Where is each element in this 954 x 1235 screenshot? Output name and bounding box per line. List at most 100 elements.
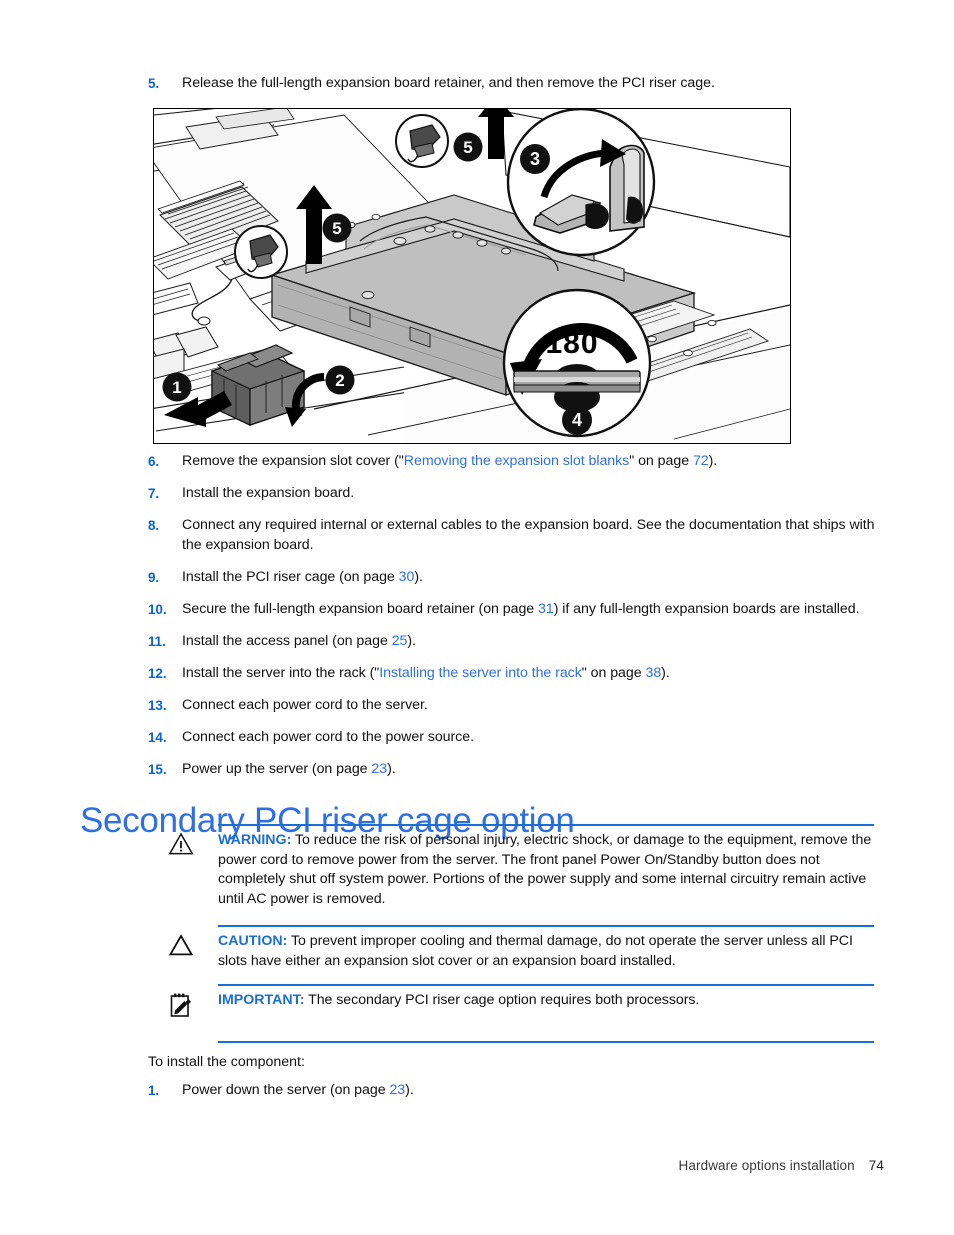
step-text-fragment: " on page — [629, 453, 693, 469]
step-text: Connect any required internal or externa… — [182, 516, 878, 555]
page-reference-link[interactable]: 72 — [693, 453, 709, 469]
step-number: 13. — [148, 697, 167, 713]
page-reference-link[interactable]: 25 — [392, 633, 408, 649]
page-reference-link[interactable]: 38 — [645, 665, 661, 681]
step-text-fragment: " on page — [581, 664, 646, 681]
step-text: Connect each power cord to the server. — [182, 696, 428, 716]
warning-label: WARNING: — [218, 832, 292, 849]
caution-body: To prevent improper cooling and thermal … — [218, 933, 853, 969]
step-text-fragment: Install the expansion board. — [182, 485, 355, 501]
step-text: Power down the server (on page 23). — [182, 1081, 414, 1101]
list-item: 7. Install the expansion board. — [148, 484, 878, 504]
caution-text: CAUTION: To prevent improper cooling and… — [218, 932, 874, 971]
footer-section-title: Hardware options installation — [678, 1158, 855, 1173]
figure-illustration: 1 2 5 5 3 180 o 4 — [154, 109, 790, 443]
step-text-fragment: Power up the server (on page — [182, 760, 372, 777]
step-number: 1. — [148, 1083, 160, 1098]
step-text-fragment: Connect each power cord to the server. — [182, 696, 428, 713]
svg-text:1: 1 — [172, 378, 181, 397]
step-number: 9. — [148, 569, 160, 585]
step-text-fragment: Remove the expansion slot cover (" — [182, 453, 404, 469]
step-text-fragment: ). — [405, 1082, 414, 1098]
step-text-fragment: Connect any required internal or externa… — [182, 517, 875, 553]
footer-page-number: 74 — [868, 1158, 884, 1173]
install-procedure-steps: 1. Power down the server (on page 23). — [148, 1081, 878, 1113]
step-number: 8. — [148, 518, 160, 533]
callout-circle-4: 180 o 4 — [502, 288, 652, 438]
caution-admonition: CAUTION: To prevent improper cooling and… — [168, 925, 874, 971]
step-text: Remove the expansion slot cover ("Removi… — [182, 452, 717, 472]
list-item: 12. Install the server into the rack ("In… — [148, 664, 878, 684]
procedure-steps-6-15: 6. Remove the expansion slot cover ("Remo… — [148, 452, 878, 792]
step-number: 15. — [148, 761, 167, 777]
step-text-fragment: ). — [407, 632, 416, 649]
install-intro-text: To install the component: — [148, 1054, 305, 1070]
list-item: 5. Release the full-length expansion boa… — [148, 74, 878, 94]
caution-triangle-icon — [168, 932, 218, 962]
step-text-fragment: ). — [661, 664, 670, 681]
list-item: 14. Connect each power cord to the power … — [148, 728, 878, 748]
cross-reference-link[interactable]: Removing the expansion slot blanks — [404, 453, 629, 469]
page-footer: Hardware options installation 74 — [0, 1158, 884, 1173]
important-admonition: IMPORTANT: The secondary PCI riser cage … — [168, 984, 874, 1024]
step-text-fragment: Power down the server (on page — [182, 1082, 390, 1098]
step-text-fragment: ). — [387, 760, 396, 777]
step-text: Connect each power cord to the power sou… — [182, 728, 474, 748]
page-reference-link[interactable]: 31 — [538, 601, 554, 617]
step-text: Release the full-length expansion board … — [182, 75, 715, 91]
list-item: 8. Connect any required internal or exter… — [148, 516, 878, 555]
list-item: 6. Remove the expansion slot cover ("Remo… — [148, 452, 878, 472]
step-text: Install the expansion board. — [182, 484, 354, 504]
step-text-fragment: Install the access panel (on page — [182, 632, 392, 649]
cross-reference-link[interactable]: Installing the server into the rack — [379, 665, 582, 681]
warning-admonition: WARNING: To reduce the risk of personal … — [168, 824, 874, 910]
svg-text:180: 180 — [545, 327, 598, 360]
list-item: 9. Install the PCI riser cage (on page 30… — [148, 568, 878, 588]
caution-label: CAUTION: — [218, 933, 288, 950]
step-text-fragment: Secure the full-length expansion board r… — [182, 600, 539, 617]
list-item: 1. Power down the server (on page 23). — [148, 1081, 878, 1101]
pci-riser-cage-removal-figure: 1 2 5 5 3 180 o 4 — [153, 108, 791, 444]
svg-text:5: 5 — [332, 219, 341, 238]
step-number: 11. — [148, 633, 166, 649]
step-text-fragment: ). — [414, 568, 423, 585]
warning-body: To reduce the risk of personal injury, e… — [218, 832, 872, 907]
list-item: 11. Install the access panel (on page 25)… — [148, 632, 878, 652]
callout-circle-3: 3 — [506, 109, 656, 257]
step-text: Install the server into the rack ("Insta… — [182, 664, 670, 684]
step-number: 5. — [148, 76, 160, 91]
step-text-fragment: ). — [708, 453, 718, 469]
divider — [218, 1041, 874, 1044]
step-number: 6. — [148, 454, 160, 469]
important-label: IMPORTANT: — [218, 992, 305, 1009]
step-text: Install the PCI riser cage (on page 30). — [182, 568, 423, 588]
step-text-fragment: ) if any full-length expansion boards ar… — [553, 600, 860, 617]
svg-text:4: 4 — [572, 410, 582, 430]
page-reference-link[interactable]: 23 — [389, 1082, 405, 1098]
page-reference-link[interactable]: 23 — [371, 761, 387, 777]
step-number: 7. — [148, 486, 160, 501]
svg-text:2: 2 — [335, 371, 344, 390]
step-number: 12. — [148, 665, 167, 681]
page-reference-link[interactable]: 30 — [399, 569, 415, 585]
list-item: 15. Power up the server (on page 23). — [148, 760, 878, 780]
list-item: 10. Secure the full-length expansion boar… — [148, 600, 878, 620]
important-body: The secondary PCI riser cage option requ… — [308, 992, 700, 1009]
warning-triangle-icon — [168, 831, 218, 861]
important-note-icon — [168, 991, 218, 1024]
step-text-fragment: Install the PCI riser cage (on page — [182, 568, 399, 585]
step-text-fragment: Install the server into the rack (" — [182, 664, 380, 681]
step-text: Secure the full-length expansion board r… — [182, 600, 860, 620]
warning-text: WARNING: To reduce the risk of personal … — [218, 831, 874, 909]
procedure-step-5: 5. Release the full-length expansion boa… — [148, 74, 878, 106]
svg-text:3: 3 — [530, 149, 540, 169]
step-text: Power up the server (on page 23). — [182, 760, 396, 780]
step-text-fragment: Connect each power cord to the power sou… — [182, 728, 474, 745]
step-number: 10. — [148, 601, 167, 617]
document-page: 5. Release the full-length expansion boa… — [0, 0, 954, 1235]
step-text: Install the access panel (on page 25). — [182, 632, 416, 652]
list-item: 13. Connect each power cord to the server… — [148, 696, 878, 716]
step-number: 14. — [148, 729, 167, 745]
svg-text:o: o — [611, 332, 621, 351]
svg-text:5: 5 — [463, 138, 472, 157]
